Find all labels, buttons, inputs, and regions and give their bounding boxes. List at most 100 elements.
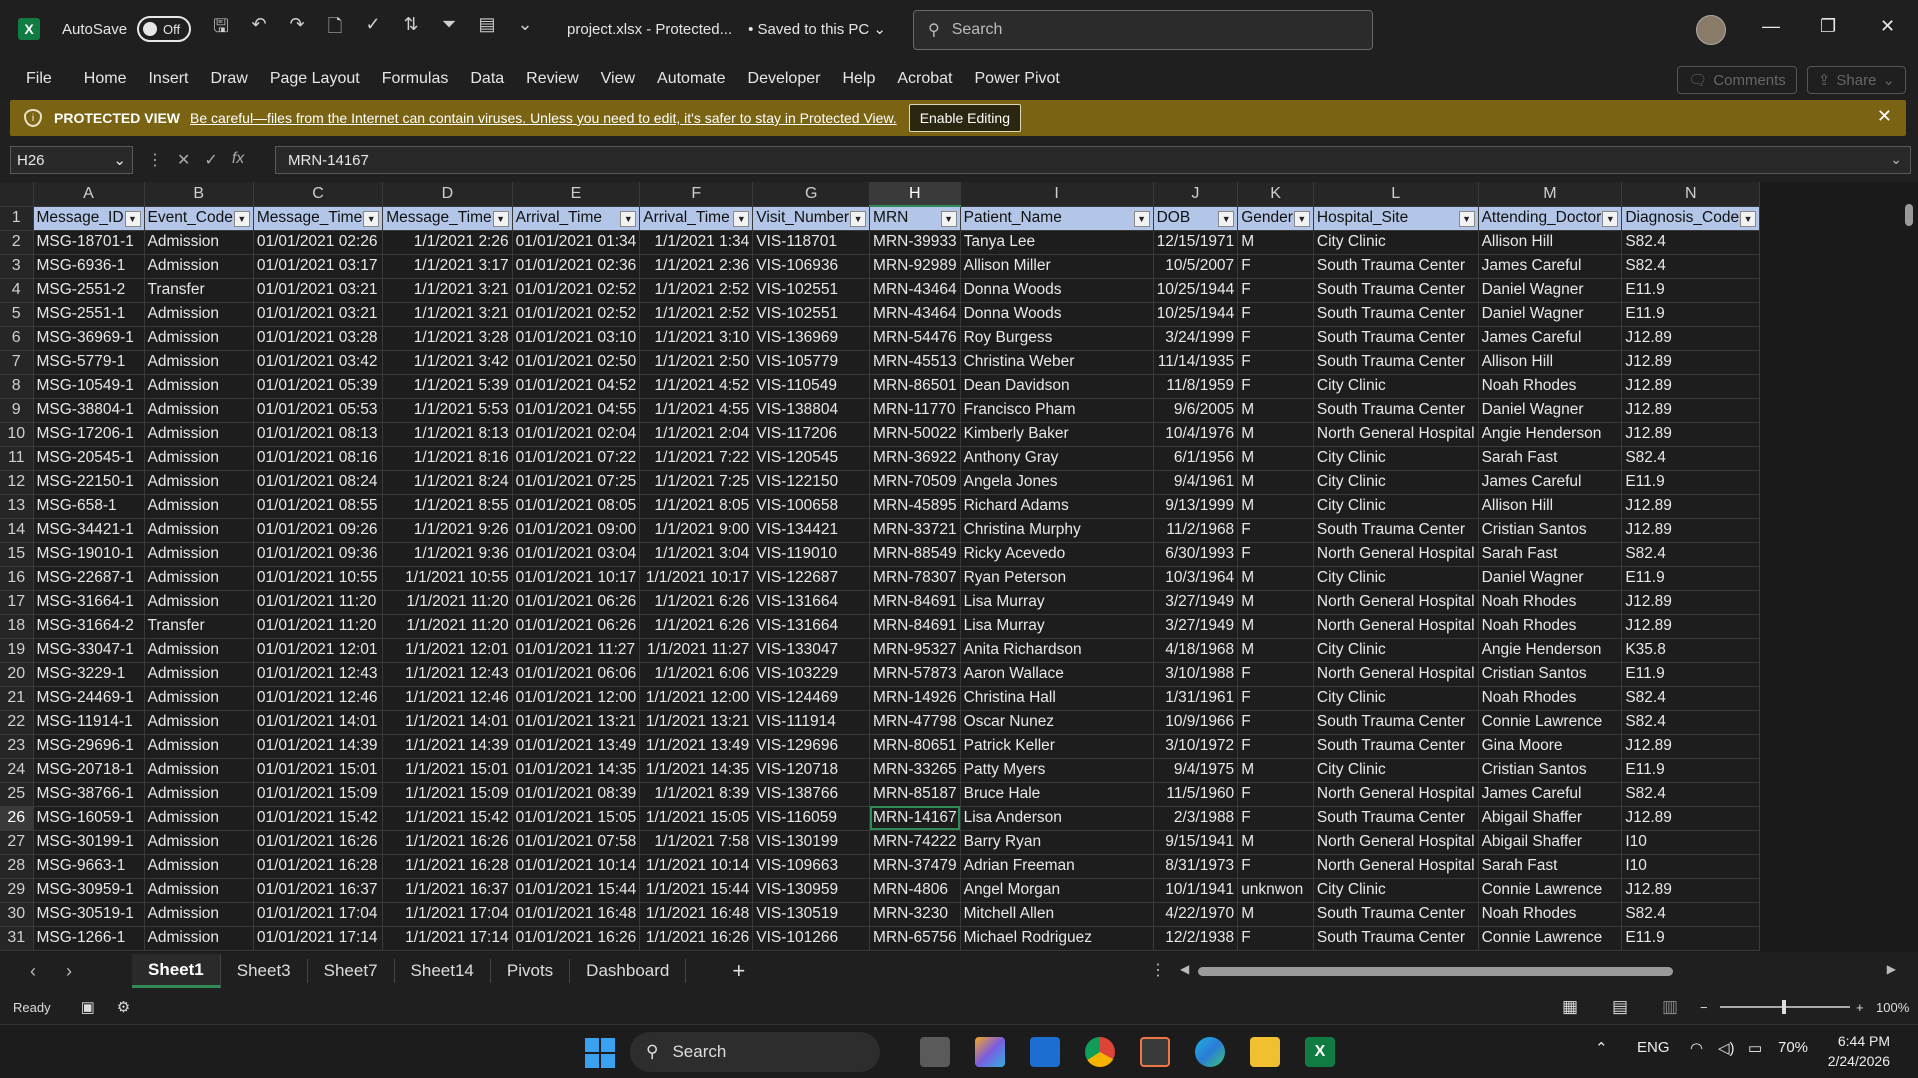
- cell[interactable]: VIS-117206: [752, 422, 871, 447]
- cell[interactable]: MRN-39933: [869, 230, 961, 255]
- cell[interactable]: Admission: [144, 662, 254, 687]
- sort-icon[interactable]: ⇅: [399, 14, 423, 44]
- header-cell[interactable]: MRN ▼: [869, 206, 961, 231]
- cell[interactable]: Allison Hill: [1478, 494, 1623, 519]
- cell[interactable]: MRN-88549: [869, 542, 961, 567]
- cell[interactable]: F: [1237, 686, 1314, 711]
- cell[interactable]: F: [1237, 350, 1314, 375]
- cell[interactable]: 01/01/2021 06:26: [512, 614, 641, 639]
- wifi-icon[interactable]: ◠: [1690, 1039, 1703, 1057]
- cell[interactable]: Allison Hill: [1478, 350, 1623, 375]
- cell[interactable]: E11.9: [1621, 662, 1761, 687]
- cell[interactable]: MRN-80651: [869, 734, 961, 759]
- horizontal-scrollbar[interactable]: ◀ ▶: [1180, 962, 1896, 980]
- cell[interactable]: S82.4: [1621, 254, 1761, 279]
- cell[interactable]: 1/1/2021 8:16: [382, 446, 513, 471]
- cell[interactable]: MSG-11914-1: [33, 710, 145, 735]
- cell[interactable]: 01/01/2021 14:39: [253, 734, 384, 759]
- cell[interactable]: 1/1/2021 13:49: [639, 734, 754, 759]
- cell[interactable]: 8/31/1973: [1153, 854, 1239, 879]
- cell[interactable]: Transfer: [144, 614, 254, 639]
- cell[interactable]: MRN-14926: [869, 686, 961, 711]
- cell[interactable]: 01/01/2021 08:16: [253, 446, 384, 471]
- column-header[interactable]: N: [1621, 182, 1761, 207]
- cell[interactable]: Admission: [144, 638, 254, 663]
- cell[interactable]: 1/1/2021 8:39: [639, 782, 754, 807]
- cell[interactable]: 01/01/2021 10:14: [512, 854, 641, 879]
- formula-input[interactable]: MRN-14167 ⌄: [275, 146, 1911, 174]
- cell[interactable]: J12.89: [1621, 350, 1761, 375]
- row-header[interactable]: 7: [0, 350, 34, 375]
- cell[interactable]: Dean Davidson: [960, 374, 1154, 399]
- enter-icon[interactable]: ✓: [204, 150, 217, 170]
- row-header[interactable]: 26: [0, 806, 34, 831]
- row-header[interactable]: 15: [0, 542, 34, 567]
- chevron-up-icon[interactable]: ⌃: [1595, 1039, 1608, 1057]
- cell[interactable]: 1/1/2021 16:26: [639, 926, 754, 951]
- cell[interactable]: 01/01/2021 16:48: [512, 902, 641, 927]
- cell[interactable]: Admission: [144, 326, 254, 351]
- cell[interactable]: 3/10/1972: [1153, 734, 1239, 759]
- cell[interactable]: 1/1/2021 16:37: [382, 878, 513, 903]
- row-header[interactable]: 12: [0, 470, 34, 495]
- cell[interactable]: Admission: [144, 494, 254, 519]
- store-icon[interactable]: [1140, 1037, 1170, 1067]
- cell[interactable]: VIS-103229: [752, 662, 871, 687]
- cell[interactable]: 1/1/2021 14:39: [382, 734, 513, 759]
- cell[interactable]: VIS-134421: [752, 518, 871, 543]
- cell[interactable]: E11.9: [1621, 758, 1761, 783]
- cell[interactable]: Noah Rhodes: [1478, 374, 1623, 399]
- cell[interactable]: MSG-34421-1: [33, 518, 145, 543]
- cell[interactable]: M: [1237, 590, 1314, 615]
- task-view-icon[interactable]: [920, 1037, 950, 1067]
- cell[interactable]: E11.9: [1621, 302, 1761, 327]
- cell[interactable]: F: [1237, 542, 1314, 567]
- cell[interactable]: 10/1/1941: [1153, 878, 1239, 903]
- insert-function-icon[interactable]: fx: [232, 150, 244, 170]
- cell[interactable]: F: [1237, 854, 1314, 879]
- row-header[interactable]: 28: [0, 854, 34, 879]
- cell[interactable]: 1/1/2021 8:13: [382, 422, 513, 447]
- language-indicator[interactable]: ENG: [1637, 1039, 1670, 1056]
- cell[interactable]: MSG-30519-1: [33, 902, 145, 927]
- cell[interactable]: 01/01/2021 08:24: [253, 470, 384, 495]
- cell[interactable]: J12.89: [1621, 494, 1761, 519]
- cell[interactable]: 01/01/2021 12:01: [253, 638, 384, 663]
- tab-dashboard[interactable]: Dashboard: [570, 959, 687, 983]
- cell[interactable]: 01/01/2021 13:49: [512, 734, 641, 759]
- cell[interactable]: I10: [1621, 854, 1761, 879]
- cell[interactable]: City Clinic: [1313, 638, 1479, 663]
- filter-dropdown-icon[interactable]: ▼: [124, 210, 141, 227]
- cell[interactable]: 1/1/2021 11:20: [382, 590, 513, 615]
- column-header[interactable]: C: [253, 182, 384, 207]
- cell[interactable]: 1/1/2021 16:48: [639, 902, 754, 927]
- cell[interactable]: VIS-129696: [752, 734, 871, 759]
- cell[interactable]: Angie Henderson: [1478, 422, 1623, 447]
- cell[interactable]: Adrian Freeman: [960, 854, 1154, 879]
- cell[interactable]: 1/1/2021 9:00: [639, 518, 754, 543]
- cell[interactable]: VIS-118701: [752, 230, 871, 255]
- cell[interactable]: M: [1237, 638, 1314, 663]
- cell[interactable]: 4/18/1968: [1153, 638, 1239, 663]
- cell[interactable]: VIS-130199: [752, 830, 871, 855]
- cell[interactable]: 01/01/2021 14:35: [512, 758, 641, 783]
- search-box[interactable]: ⚲ Search: [913, 10, 1373, 50]
- cell[interactable]: 1/1/2021 11:27: [639, 638, 754, 663]
- cell[interactable]: VIS-102551: [752, 302, 871, 327]
- header-cell[interactable]: Event_Code ▼: [144, 206, 254, 231]
- cell[interactable]: 10/4/1976: [1153, 422, 1239, 447]
- cell[interactable]: James Careful: [1478, 782, 1623, 807]
- cell[interactable]: 12/2/1938: [1153, 926, 1239, 951]
- macro-icon[interactable]: ⚙: [117, 998, 130, 1016]
- cell[interactable]: 4/22/1970: [1153, 902, 1239, 927]
- outlook-icon[interactable]: [1030, 1037, 1060, 1067]
- cell[interactable]: Admission: [144, 854, 254, 879]
- cell[interactable]: Cristian Santos: [1478, 518, 1623, 543]
- battery-icon[interactable]: ▭: [1748, 1039, 1762, 1057]
- cell[interactable]: Sarah Fast: [1478, 446, 1623, 471]
- cell[interactable]: 9/15/1941: [1153, 830, 1239, 855]
- cell[interactable]: S82.4: [1621, 542, 1761, 567]
- cell[interactable]: 1/1/2021 8:05: [639, 494, 754, 519]
- cell[interactable]: 1/1/2021 14:01: [382, 710, 513, 735]
- cell[interactable]: F: [1237, 302, 1314, 327]
